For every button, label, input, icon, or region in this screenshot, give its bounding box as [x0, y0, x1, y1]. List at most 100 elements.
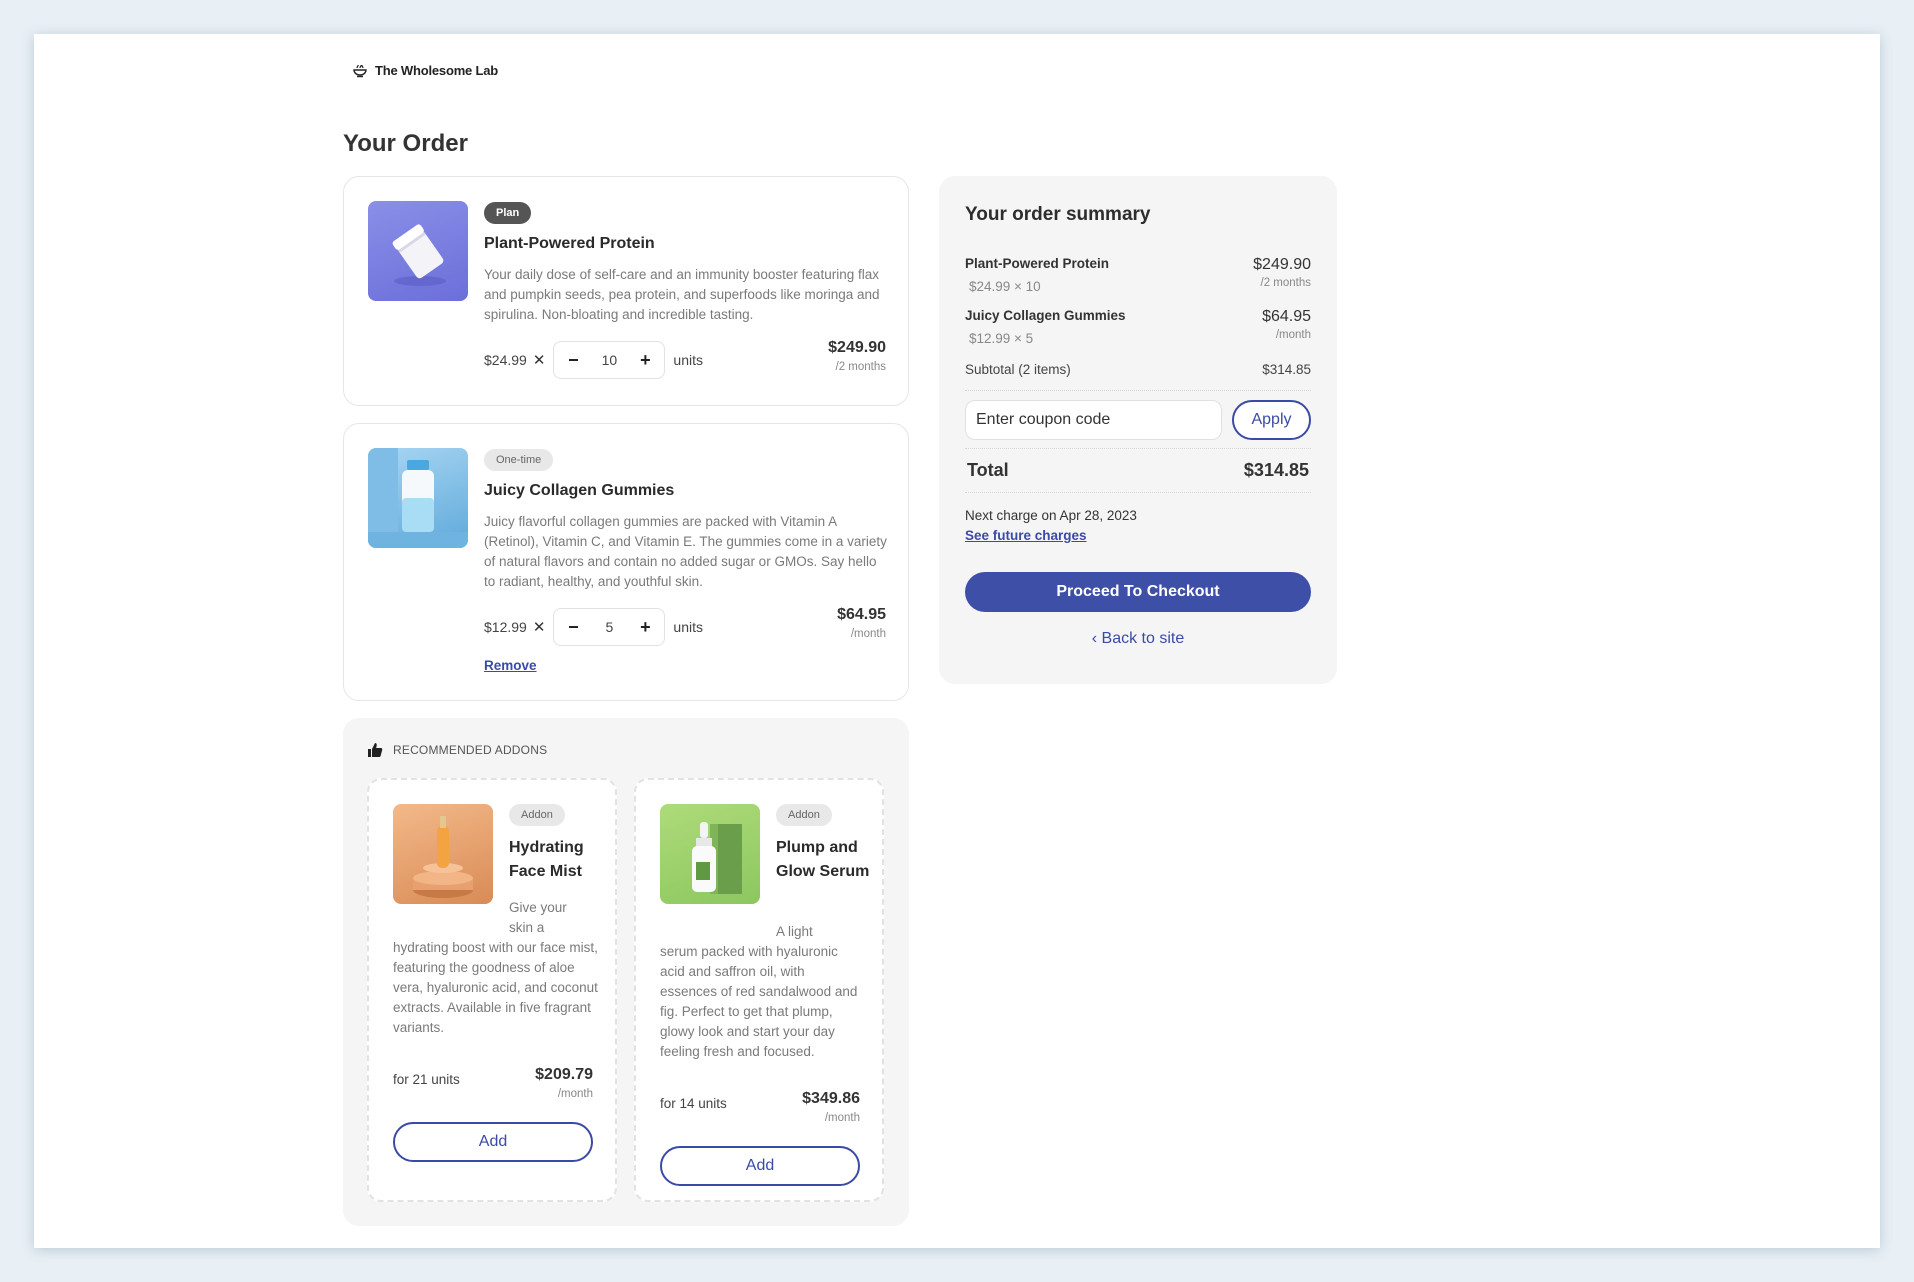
addon-description-lead: A light [776, 924, 813, 939]
page-frame: The Wholesome Lab Your Order Plan Plant-… [34, 34, 1880, 1248]
addon-units: for 21 units [393, 1072, 460, 1087]
face-mist-image [413, 816, 473, 898]
serum-image [692, 822, 742, 894]
addon-name: Plump and Glow Serum [776, 839, 870, 880]
thumbs-up-icon [368, 743, 383, 757]
divider [965, 448, 1311, 449]
addons-title: RECOMMENDED ADDONS [393, 743, 548, 757]
unit-price: $12.99 [484, 619, 527, 635]
total-row: Total $314.85 [967, 460, 1309, 481]
summary-line: Plant-Powered Protein $24.99 × 10 $249.9… [965, 256, 1311, 294]
page-title: Your Order [343, 130, 468, 157]
bowl-icon [353, 64, 367, 78]
addon-price-period: /month [824, 1112, 860, 1124]
subtotal-row: Subtotal (2 items) $314.85 [965, 362, 1311, 377]
divider [965, 390, 1311, 391]
item-description: Your daily dose of self-care and an immu… [484, 267, 880, 322]
quantity-stepper: − 5 + [553, 608, 666, 646]
next-charge-text: Next charge on Apr 28, 2023 [965, 508, 1137, 523]
brand-name: The Wholesome Lab [375, 62, 499, 78]
summary-item-name: Juicy Collagen Gummies [965, 308, 1126, 323]
addon-badge: Addon [509, 804, 565, 826]
order-item-card: One-time Juicy Collagen Gummies Juicy fl… [343, 423, 909, 701]
summary-item-price: $64.95 [1262, 308, 1311, 325]
quantity-stepper: − 10 + [553, 341, 666, 379]
product-image [368, 201, 468, 301]
quantity-row: $12.99 ✕ − 5 + units [484, 608, 703, 646]
coupon-row: Apply [965, 400, 1311, 440]
item-price: $249.90 /2 months [828, 339, 886, 373]
total-label: Total [967, 460, 1009, 480]
units-label: units [673, 352, 703, 368]
addon-units: for 14 units [660, 1096, 727, 1111]
times-icon: ✕ [532, 619, 546, 636]
checkout-button[interactable]: Proceed To Checkout [965, 572, 1311, 612]
back-to-site-label[interactable]: Back to site [1102, 630, 1185, 647]
add-addon-button[interactable]: Add [660, 1146, 860, 1186]
item-price: $64.95 /month [837, 606, 886, 640]
order-summary: Your order summary Plant-Powered Protein… [939, 176, 1337, 684]
increment-button[interactable]: + [632, 350, 658, 371]
summary-title: Your order summary [965, 204, 1151, 225]
unit-price: $24.99 [484, 352, 527, 368]
decrement-button[interactable]: − [560, 350, 586, 371]
add-addon-button[interactable]: Add [393, 1122, 593, 1162]
item-name: Juicy Collagen Gummies [484, 482, 675, 499]
future-charges-link[interactable]: See future charges [965, 528, 1087, 543]
quantity-value[interactable]: 10 [602, 352, 618, 368]
subtotal-value: $314.85 [1262, 362, 1311, 377]
summary-item-detail: $24.99 × 10 [969, 279, 1041, 294]
addon-description-lead: Give your skin a [509, 900, 567, 935]
decrement-button[interactable]: − [560, 617, 586, 638]
apply-coupon-button[interactable]: Apply [1232, 400, 1311, 440]
item-total: $64.95 [837, 606, 886, 623]
addon-card: Addon Hydrating Face Mist Give your skin… [367, 778, 617, 1202]
addon-image [660, 804, 760, 904]
times-icon: ✕ [532, 352, 546, 369]
addon-card: Addon Plump and Glow Serum A light serum… [634, 778, 884, 1202]
item-name: Plant-Powered Protein [484, 235, 655, 252]
plan-badge: Plan [484, 202, 532, 224]
summary-item-price: $249.90 [1253, 256, 1311, 273]
summary-item-detail: $12.99 × 5 [969, 331, 1034, 346]
remove-link[interactable]: Remove [484, 658, 537, 673]
addon-footer: for 21 units $209.79 /month [393, 1066, 593, 1100]
units-label: units [673, 619, 703, 635]
brand[interactable]: The Wholesome Lab [352, 62, 498, 78]
addon-price-period: /month [557, 1088, 593, 1100]
addon-price: $349.86 /month [802, 1090, 860, 1124]
addon-description: Give your skin a hydrating boost with ou… [393, 898, 598, 1038]
back-to-site-link[interactable]: ‹ Back to site [939, 630, 1337, 648]
chevron-left-icon: ‹ [1091, 630, 1102, 647]
addon-description-rest: serum packed with hyaluronic acid and sa… [660, 944, 858, 1059]
addon-name: Hydrating Face Mist [509, 839, 584, 880]
addon-price-value: $209.79 [535, 1066, 593, 1083]
product-image [368, 448, 468, 548]
recommended-addons: RECOMMENDED ADDONS Addon Hydrating Face … [343, 718, 909, 1226]
order-item-card: Plan Plant-Powered Protein Your daily do… [343, 176, 909, 406]
quantity-row: $24.99 ✕ − 10 + units [484, 341, 703, 379]
addon-description-rest: hydrating boost with our face mist, feat… [393, 940, 598, 1035]
item-period: /month [850, 628, 886, 640]
addon-description: A light serum packed with hyaluronic aci… [660, 922, 865, 1062]
one-time-badge: One-time [484, 449, 554, 471]
summary-line: Juicy Collagen Gummies $12.99 × 5 $64.95… [965, 308, 1311, 346]
item-period: /2 months [835, 361, 887, 373]
addon-price: $209.79 /month [535, 1066, 593, 1100]
total-value: $314.85 [1243, 460, 1309, 480]
quantity-value[interactable]: 5 [606, 619, 614, 635]
coupon-input[interactable] [965, 400, 1222, 440]
addon-badge: Addon [776, 804, 832, 826]
subtotal-label: Subtotal (2 items) [965, 362, 1071, 377]
addon-price-value: $349.86 [802, 1090, 860, 1107]
summary-item-period: /month [1275, 329, 1311, 341]
addon-image [393, 804, 493, 904]
increment-button[interactable]: + [632, 617, 658, 638]
addon-footer: for 14 units $349.86 /month [660, 1090, 860, 1124]
summary-item-period: /2 months [1260, 277, 1312, 289]
protein-jar-image [392, 224, 446, 286]
summary-item-name: Plant-Powered Protein [965, 256, 1110, 271]
gummies-bottle-image [368, 448, 468, 548]
addons-header: RECOMMENDED ADDONS [367, 742, 547, 758]
item-total: $249.90 [828, 339, 886, 356]
